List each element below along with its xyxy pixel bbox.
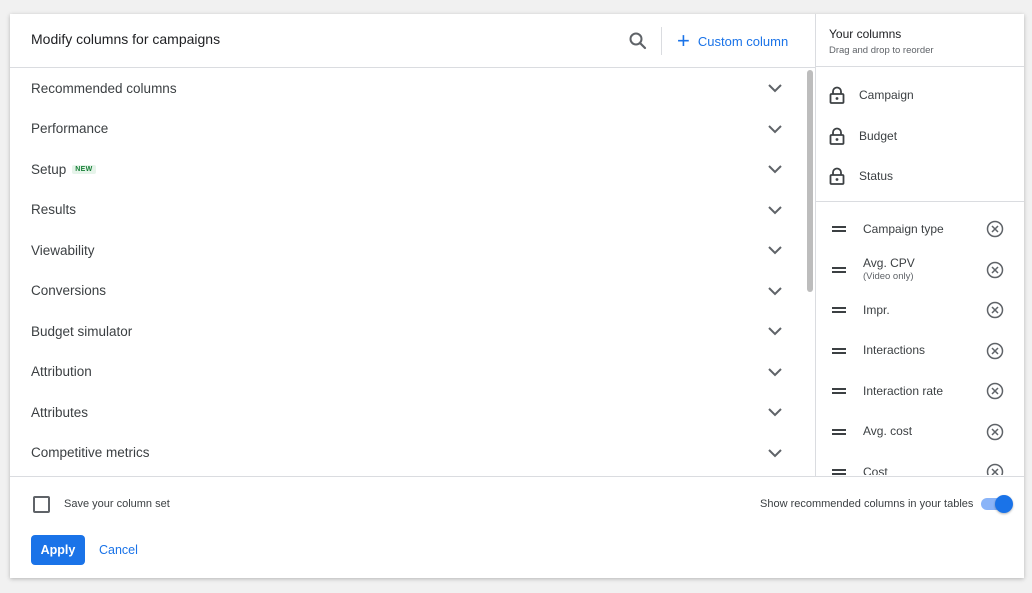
scrollbar-thumb[interactable] — [807, 70, 813, 292]
section-label: Viewability — [31, 242, 95, 258]
column-item-text: Avg. CPV (Video only) — [863, 255, 915, 283]
chevron-down-icon — [768, 367, 782, 376]
column-item-label: Campaign type — [863, 221, 944, 236]
column-item-label: Avg. CPV — [863, 255, 915, 270]
show-recommended-toggle[interactable] — [981, 495, 1013, 513]
section-attributes[interactable]: Attributes — [10, 392, 805, 433]
drag-handle-icon[interactable] — [832, 467, 846, 475]
chevron-down-icon — [768, 327, 782, 336]
column-item-label: Interactions — [863, 343, 926, 358]
column-item-label: Avg. cost — [863, 424, 913, 439]
lock-icon — [829, 167, 845, 186]
save-column-set-label: Save your column set — [64, 498, 170, 510]
drag-handle-icon[interactable] — [832, 427, 846, 437]
toggle-knob — [995, 495, 1013, 513]
locked-column-item: Campaign — [816, 75, 1024, 116]
new-badge: NEW — [72, 164, 96, 174]
sections-list: Recommended columns Performance Setup NE… — [10, 68, 805, 476]
remove-column-button[interactable] — [986, 301, 1004, 319]
section-label: Results — [31, 202, 77, 218]
movable-columns-list: Campaign type Avg. CPV (Video only) Impr… — [816, 202, 1024, 475]
column-item-label: Impr. — [863, 302, 890, 317]
locked-columns-list: Campaign Budget Status — [816, 67, 1024, 202]
remove-column-button[interactable] — [986, 382, 1004, 400]
column-item-impr[interactable]: Impr. — [816, 290, 1024, 331]
section-label: Conversions — [31, 283, 107, 299]
chevron-down-icon — [768, 286, 782, 295]
section-attribution[interactable]: Attribution — [10, 352, 805, 393]
remove-column-button[interactable] — [986, 220, 1004, 238]
section-results[interactable]: Results — [10, 190, 805, 231]
custom-column-label: Custom column — [697, 33, 789, 49]
column-item-avg-cost[interactable]: Avg. cost — [816, 412, 1024, 453]
chevron-down-icon — [768, 124, 782, 133]
your-columns-pane: Your columns Drag and drop to reorder Ca… — [815, 14, 1024, 476]
section-setup[interactable]: Setup NEW — [10, 149, 805, 190]
section-competitive-metrics[interactable]: Competitive metrics — [10, 433, 805, 474]
search-button[interactable] — [625, 28, 651, 54]
section-label: Budget simulator — [31, 323, 133, 339]
drag-handle-icon[interactable] — [832, 305, 846, 315]
remove-column-button[interactable] — [986, 342, 1004, 360]
lock-icon — [829, 86, 845, 105]
chevron-down-icon — [768, 205, 782, 214]
section-viewability[interactable]: Viewability — [10, 230, 805, 271]
locked-column-item: Budget — [816, 116, 1024, 157]
column-item-label: Cost — [863, 464, 888, 475]
section-label: Setup — [31, 161, 67, 177]
locked-column-item: Status — [816, 156, 1024, 197]
locked-column-label: Status — [859, 169, 894, 184]
section-label: Performance — [31, 121, 109, 137]
show-recommended-label: Show recommended columns in your tables — [760, 498, 974, 510]
search-icon — [629, 32, 647, 50]
drag-handle-icon[interactable] — [832, 224, 846, 234]
header-divider — [661, 27, 662, 55]
drag-handle-icon[interactable] — [832, 265, 846, 275]
section-recommended-columns[interactable]: Recommended columns — [10, 68, 805, 109]
remove-column-button[interactable] — [986, 261, 1004, 279]
remove-column-button[interactable] — [986, 463, 1004, 475]
column-item-label: Interaction rate — [863, 383, 944, 398]
section-budget-simulator[interactable]: Budget simulator — [10, 311, 805, 352]
sections-scrollbar[interactable] — [805, 68, 815, 476]
custom-column-button[interactable]: + Custom column — [677, 28, 789, 53]
section-conversions[interactable]: Conversions — [10, 271, 805, 312]
your-columns-title: Your columns — [829, 27, 902, 41]
drag-handle-icon[interactable] — [832, 386, 846, 396]
chevron-down-icon — [768, 408, 782, 417]
section-label: Attributes — [31, 404, 89, 420]
chevron-down-icon — [768, 165, 782, 174]
column-item-campaign-type[interactable]: Campaign type — [816, 209, 1024, 250]
modify-columns-dialog: Modify columns for campaigns + Custom co… — [10, 14, 1024, 578]
plus-icon: + — [677, 28, 690, 53]
apply-button[interactable]: Apply — [31, 535, 85, 565]
locked-column-label: Budget — [859, 128, 898, 143]
locked-column-label: Campaign — [859, 88, 914, 103]
chevron-down-icon — [768, 84, 782, 93]
section-performance[interactable]: Performance — [10, 109, 805, 150]
column-item-cost[interactable]: Cost — [816, 452, 1024, 475]
column-categories-pane: Modify columns for campaigns + Custom co… — [10, 14, 815, 476]
dialog-footer: Save your column set Show recommended co… — [10, 476, 1024, 578]
column-item-sublabel: (Video only) — [863, 270, 914, 282]
cancel-button[interactable]: Cancel — [99, 543, 138, 557]
dialog-title: Modify columns for campaigns — [31, 31, 221, 47]
your-columns-subtitle: Drag and drop to reorder — [829, 45, 934, 56]
column-item-interactions[interactable]: Interactions — [816, 331, 1024, 372]
chevron-down-icon — [768, 448, 782, 457]
column-item-avg-cpv[interactable]: Avg. CPV (Video only) — [816, 250, 1024, 291]
drag-handle-icon[interactable] — [832, 346, 846, 356]
dialog-header: Modify columns for campaigns + Custom co… — [10, 14, 815, 68]
chevron-down-icon — [768, 246, 782, 255]
section-label: Competitive metrics — [31, 445, 150, 461]
remove-column-button[interactable] — [986, 423, 1004, 441]
lock-icon — [829, 127, 845, 145]
your-columns-header: Your columns Drag and drop to reorder — [816, 14, 1024, 67]
column-item-interaction-rate[interactable]: Interaction rate — [816, 371, 1024, 412]
section-label: Attribution — [31, 364, 92, 380]
section-label: Recommended columns — [31, 80, 177, 96]
save-column-set-checkbox[interactable] — [33, 496, 50, 513]
